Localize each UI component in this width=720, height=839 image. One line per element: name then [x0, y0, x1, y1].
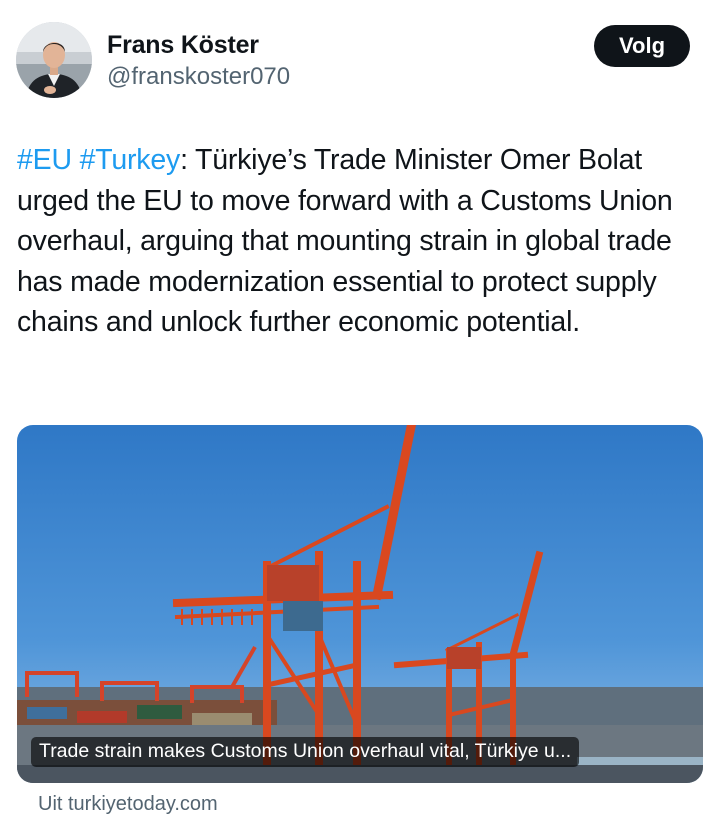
hashtag-turkey[interactable]: #Turkey — [80, 144, 181, 176]
link-card[interactable]: Trade strain makes Customs Union overhau… — [17, 425, 703, 783]
author-display-name[interactable]: Frans Köster — [107, 31, 259, 60]
author-handle[interactable]: @franskoster070 — [107, 63, 290, 91]
link-card-title: Trade strain makes Customs Union overhau… — [31, 737, 580, 767]
port-cranes-photo — [17, 425, 703, 783]
tweet-text: #EU #Turkey: Türkiye’s Trade Minister Om… — [17, 140, 709, 343]
link-card-source[interactable]: Uit turkiyetoday.com — [38, 793, 218, 816]
follow-button[interactable]: Volg — [594, 25, 690, 67]
avatar[interactable] — [16, 22, 92, 98]
hashtag-eu[interactable]: #EU — [17, 144, 72, 176]
avatar-photo — [16, 22, 92, 98]
